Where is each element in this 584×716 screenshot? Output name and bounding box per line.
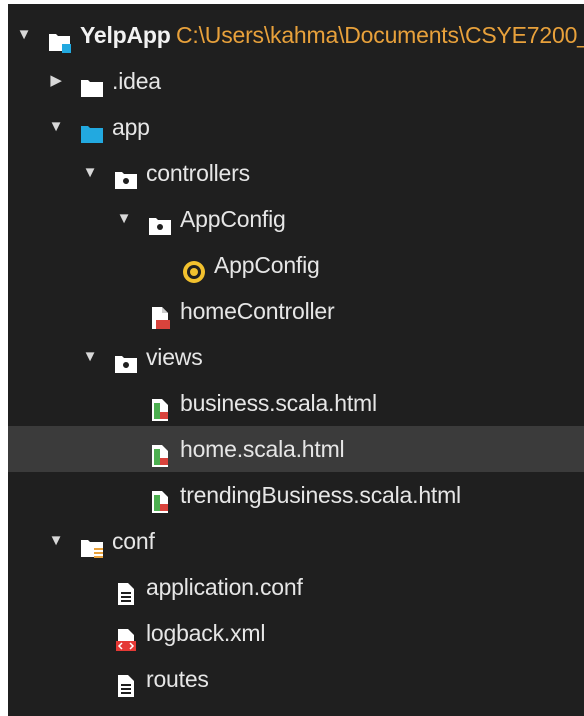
expand-arrow-icon[interactable]: ▼ [82,334,98,380]
tree-row-app[interactable]: ▼ app [8,104,584,150]
config-file-icon [114,575,138,605]
project-path: C:\Users\kahma\Documents\CSYE7200_Pr [176,22,584,48]
scala-class-file-icon [148,299,172,329]
tree-row-views[interactable]: ▼ views [8,334,584,380]
tree-item-label: AppConfig [214,252,320,278]
tree-row-appconfig-package[interactable]: ▼ AppConfig [8,196,584,242]
expand-arrow-icon[interactable]: ▼ [48,104,64,150]
module-folder-icon [80,115,104,143]
expand-arrow-icon[interactable]: ▼ [82,150,98,196]
tree-item-label: .idea [112,68,161,94]
tree-item-label: homeController [180,298,335,324]
tree-row-home-template[interactable]: home.scala.html [8,426,584,472]
tree-item-label: business.scala.html [180,390,377,416]
play-template-file-icon [148,483,172,513]
tree-item-label: AppConfig [180,206,286,232]
tree-item-label: app [112,114,150,140]
tree-row-partial[interactable]: ▶ [8,702,584,716]
package-folder-icon [114,161,138,189]
tree-row-business-template[interactable]: business.scala.html [8,380,584,426]
tree-row-logback-xml[interactable]: logback.xml [8,610,584,656]
tree-item-label: routes [146,666,209,692]
tree-row-root[interactable]: ▼ YelpApp C:\Users\kahma\Documents\CSYE7… [8,12,584,58]
tree-item-label: trendingBusiness.scala.html [180,482,461,508]
package-folder-icon [114,345,138,373]
tree-row-application-conf[interactable]: application.conf [8,564,584,610]
tree-item-label: application.conf [146,574,303,600]
tree-row-appconfig-object[interactable]: AppConfig [8,242,584,288]
project-name: YelpApp [80,22,171,48]
collapse-arrow-icon[interactable]: ▶ [48,702,64,716]
tree-item-label: views [146,344,203,370]
collapse-arrow-icon[interactable]: ▶ [48,58,64,104]
tree-row-controllers[interactable]: ▼ controllers [8,150,584,196]
expand-arrow-icon[interactable]: ▼ [116,196,132,242]
tree-row-homecontroller[interactable]: homeController [8,288,584,334]
tree-row-conf[interactable]: ▼ conf [8,518,584,564]
tree-row-idea[interactable]: ▶ .idea [8,58,584,104]
expand-arrow-icon[interactable]: ▼ [16,12,32,58]
tree-item-label: controllers [146,160,250,186]
xml-file-icon [114,621,138,651]
text-file-icon [114,667,138,697]
tree-row-trending-template[interactable]: trendingBusiness.scala.html [8,472,584,518]
play-template-file-icon [148,391,172,421]
tree-row-routes[interactable]: routes [8,656,584,702]
project-folder-icon [48,23,72,53]
play-template-file-icon [148,437,172,467]
scala-object-icon [182,253,206,283]
tree-item-label: home.scala.html [180,436,345,462]
tree-item-label: logback.xml [146,620,266,646]
tree-item-label: conf [112,528,155,554]
resources-folder-icon [80,529,104,558]
package-folder-icon [148,207,172,235]
project-tree-panel: ▼ YelpApp C:\Users\kahma\Documents\CSYE7… [8,4,584,716]
expand-arrow-icon[interactable]: ▼ [48,518,64,564]
folder-icon [80,69,104,97]
